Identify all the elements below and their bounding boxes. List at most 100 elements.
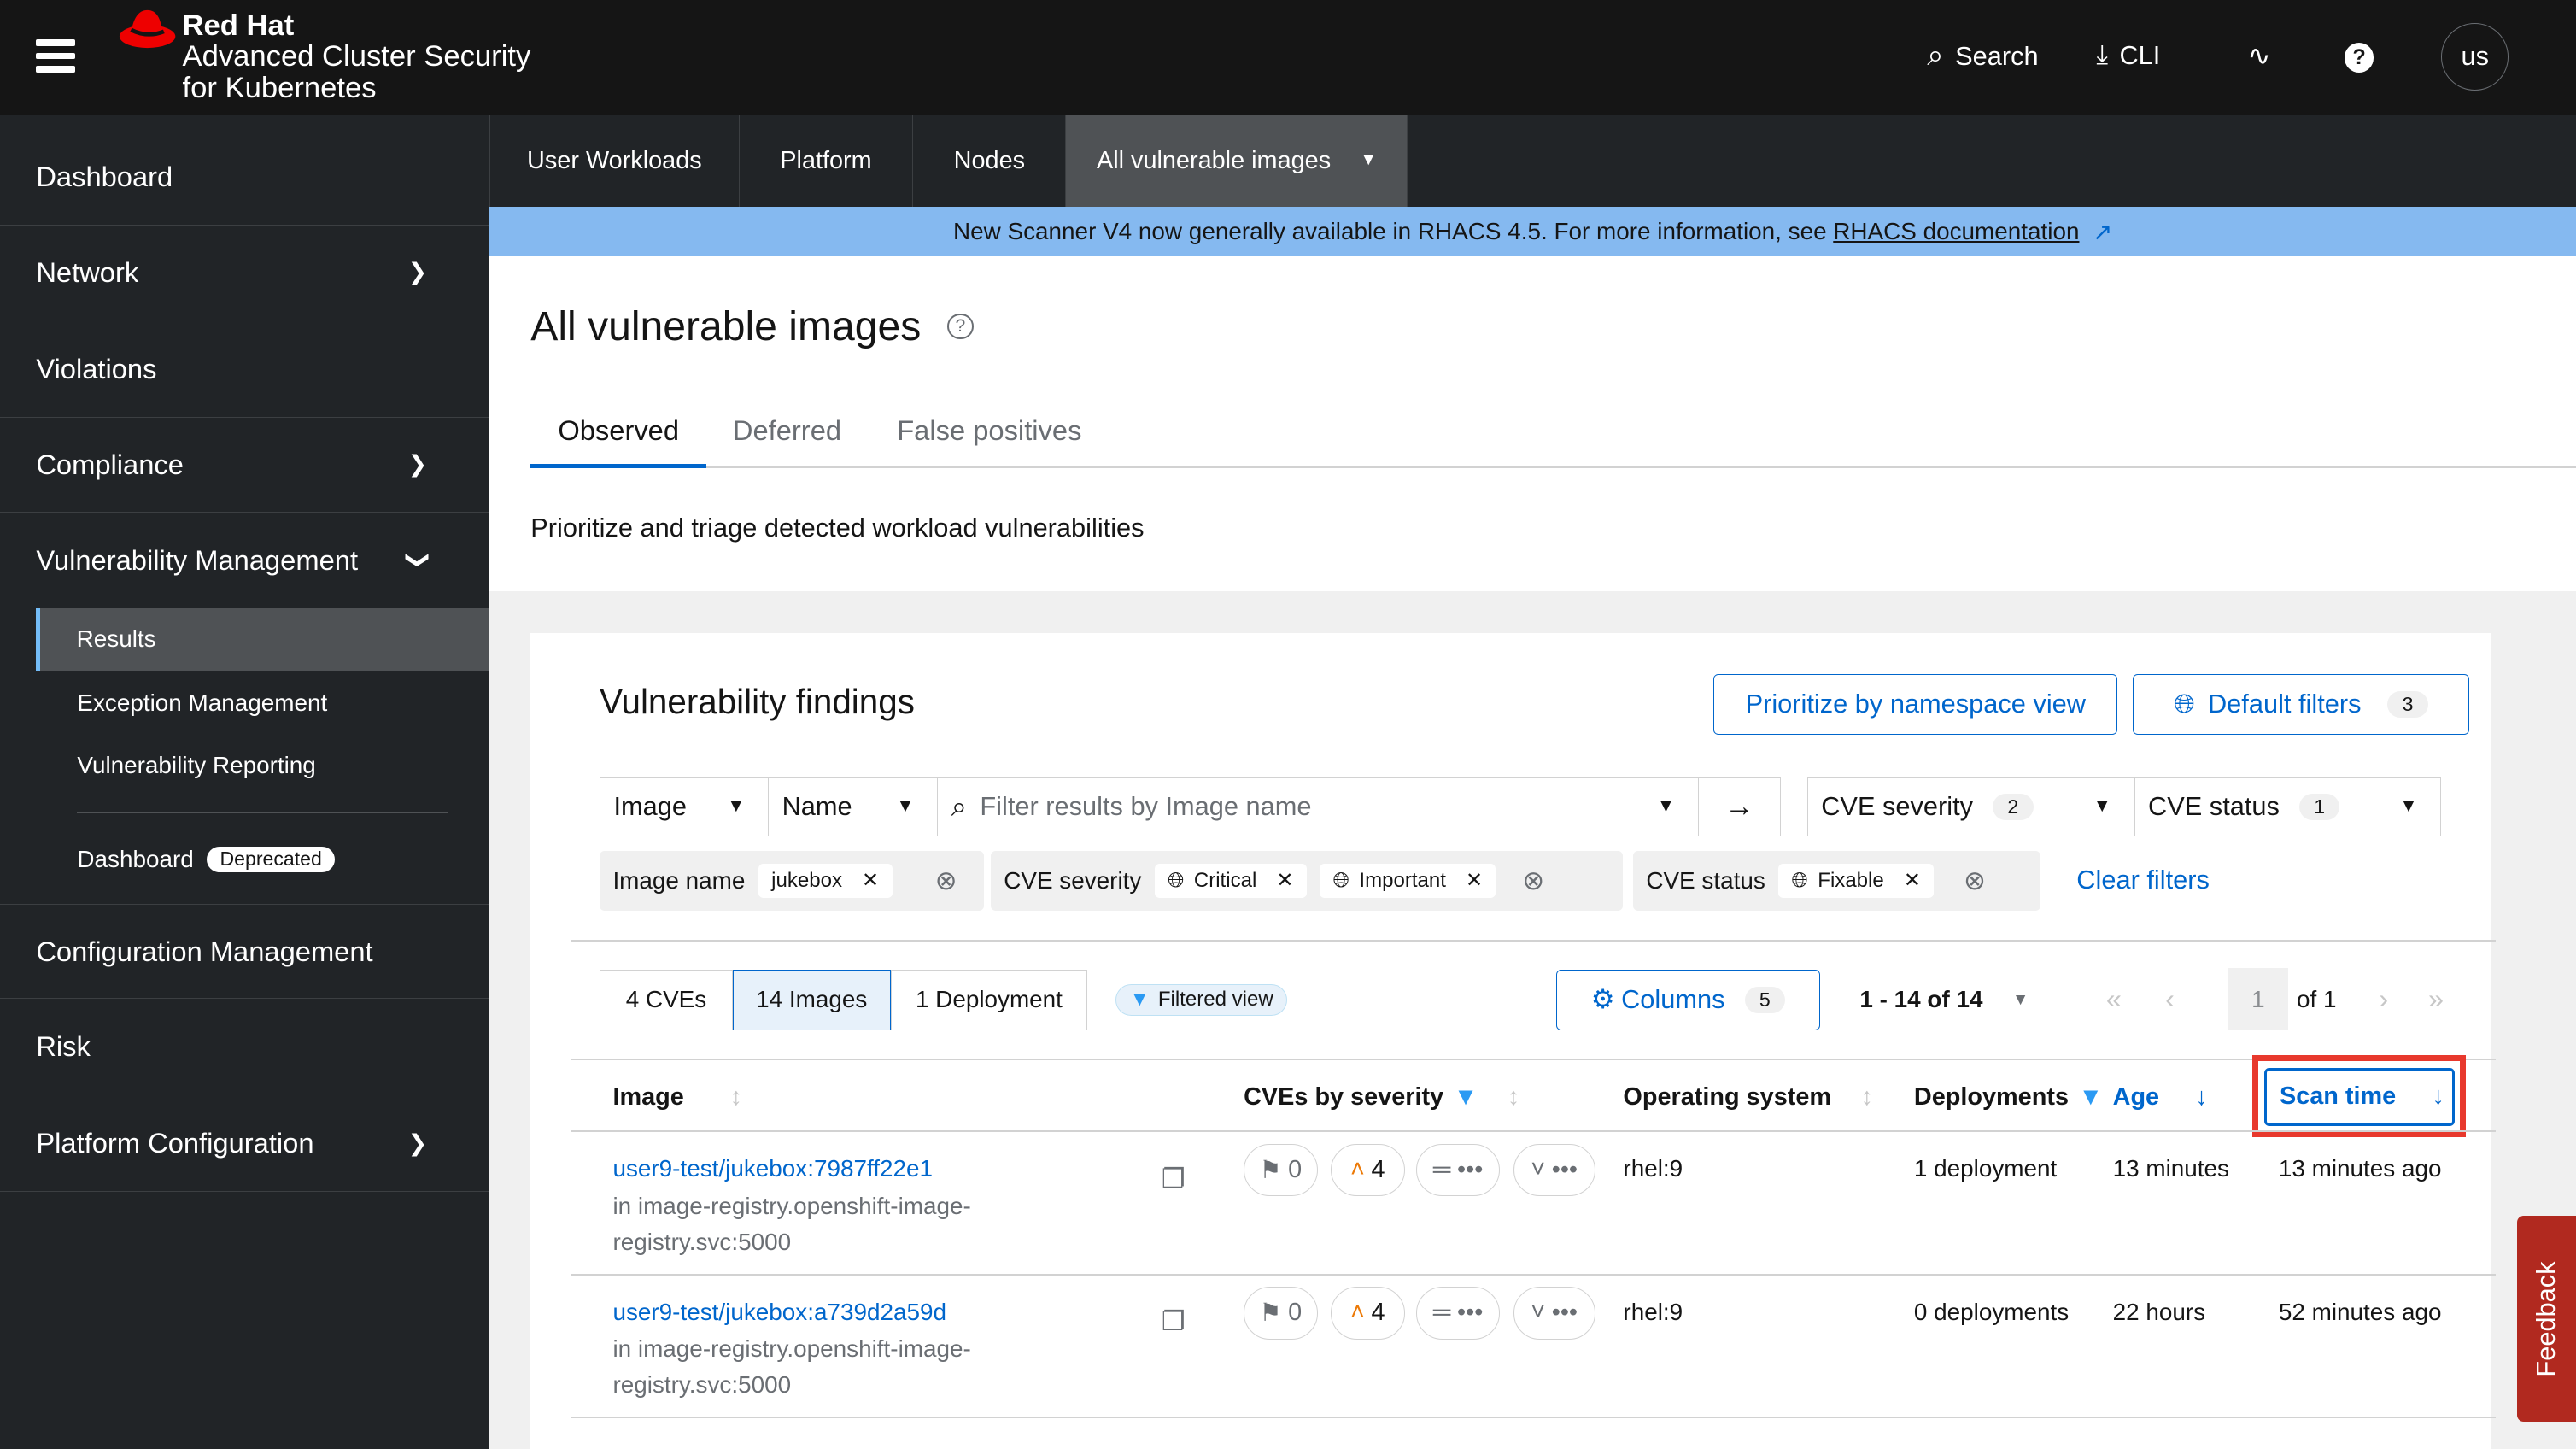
columns-button[interactable]: ⚙ Columns 5 bbox=[1555, 969, 1821, 1031]
system-health-icon[interactable]: ∿ bbox=[2247, 39, 2270, 72]
copy-icon[interactable]: ❐ bbox=[1162, 1164, 1186, 1194]
attribute-select[interactable]: Name ▼ bbox=[769, 777, 939, 837]
chip-group-cve-severity: CVE severity 🌐︎ Critical ✕ 🌐︎ Important ✕ ⊗ bbox=[990, 851, 1624, 911]
low-icon: ˅ bbox=[1531, 1156, 1546, 1184]
user-avatar[interactable]: us bbox=[2441, 22, 2509, 91]
close-icon[interactable]: ✕ bbox=[862, 868, 879, 893]
default-filters-button[interactable]: 🌐︎ Default filters 3 bbox=[2132, 673, 2469, 735]
last-page-icon[interactable]: » bbox=[2428, 983, 2444, 1015]
next-page-icon[interactable]: › bbox=[2379, 983, 2388, 1015]
chip-critical: 🌐︎ Critical ✕ bbox=[1154, 863, 1307, 899]
search-label: Search bbox=[1955, 40, 2039, 71]
important-icon: ˄ bbox=[1350, 1156, 1365, 1184]
remove-group-icon[interactable]: ⊗ bbox=[1522, 865, 1544, 896]
sidebar-item-violations[interactable]: Violations bbox=[0, 322, 490, 418]
brand-logo[interactable]: Red Hat Advanced Cluster Security for Ku… bbox=[182, 9, 531, 104]
chip-text: Critical bbox=[1193, 868, 1257, 892]
brand-name: Red Hat bbox=[182, 9, 295, 42]
pagination-range-toggle[interactable]: 1 - 14 of 14 ▼ bbox=[1859, 986, 2029, 1013]
toggle-cves[interactable]: 4 CVEs bbox=[600, 969, 733, 1031]
image-link[interactable]: user9-test/jukebox:a739d2a59d bbox=[612, 1299, 946, 1326]
globe-icon: 🌐︎ bbox=[1168, 868, 1185, 892]
label: Dashboard bbox=[77, 845, 194, 872]
sidebar-item-configuration-management[interactable]: Configuration Management bbox=[0, 903, 490, 1000]
label: Platform bbox=[780, 146, 872, 174]
tab-false-positives[interactable]: False positives bbox=[897, 414, 1081, 447]
column-header-image[interactable]: Image ↕ bbox=[612, 1083, 742, 1112]
operating-system: rhel:9 bbox=[1623, 1155, 1683, 1182]
search-icon: ⌕ bbox=[951, 789, 967, 822]
close-icon[interactable]: ✕ bbox=[1466, 868, 1483, 893]
divider bbox=[571, 1130, 2496, 1133]
hamburger-menu-icon[interactable] bbox=[36, 39, 76, 73]
help-icon[interactable]: ? bbox=[947, 313, 974, 340]
product-subtitle: for Kubernetes bbox=[182, 71, 377, 104]
remove-group-icon[interactable]: ⊗ bbox=[935, 865, 957, 896]
label: Scan time bbox=[2279, 1082, 2397, 1111]
label: Violations bbox=[36, 353, 157, 385]
label: CVE status bbox=[2148, 791, 2280, 822]
column-header-age[interactable]: Age ↓ bbox=[2113, 1083, 2208, 1112]
download-icon: ⤓ bbox=[2096, 39, 2108, 70]
feedback-button[interactable]: Feedback bbox=[2516, 1216, 2576, 1422]
chip-jukebox: jukebox ✕ bbox=[758, 863, 893, 899]
apply-filter-button[interactable]: → bbox=[1698, 777, 1782, 837]
tab-user-workloads[interactable]: User Workloads bbox=[489, 114, 740, 208]
sidebar-subitem-results[interactable]: Results bbox=[36, 607, 490, 671]
page-input[interactable]: 1 bbox=[2228, 967, 2289, 1031]
filter-search-input[interactable]: ⌕ Filter results by Image name ▼ bbox=[938, 777, 1699, 837]
image-registry: in image-registry.openshift-image-regist… bbox=[612, 1192, 971, 1255]
toggle-deployments[interactable]: 1 Deployment bbox=[890, 969, 1088, 1031]
search-button[interactable]: ⌕ Search bbox=[1927, 39, 2038, 73]
chip-group-image-name: Image name jukebox ✕ ⊗ bbox=[600, 851, 985, 911]
clear-filters-link[interactable]: Clear filters bbox=[2076, 865, 2210, 895]
rhacs-documentation-link[interactable]: RHACS documentation bbox=[1833, 218, 2079, 245]
sidebar-item-vulnerability-management[interactable]: Vulnerability Management ❯ bbox=[0, 513, 489, 608]
sidebar-item-risk[interactable]: Risk bbox=[0, 999, 490, 1095]
column-header-cves-by-severity[interactable]: CVEs by severity ▼ ↕ bbox=[1244, 1083, 1519, 1112]
row-divider bbox=[571, 1273, 2496, 1276]
count: ••• bbox=[1457, 1156, 1484, 1184]
first-page-icon[interactable]: « bbox=[2106, 983, 2122, 1015]
sidebar-item-platform-configuration[interactable]: Platform Configuration ❯ bbox=[0, 1096, 490, 1192]
tab-observed[interactable]: Observed bbox=[530, 414, 707, 469]
label: 4 CVEs bbox=[625, 986, 707, 1013]
previous-page-icon[interactable]: ‹ bbox=[2165, 983, 2175, 1015]
prioritize-by-namespace-button[interactable]: Prioritize by namespace view bbox=[1713, 673, 2118, 735]
title-text: All vulnerable images bbox=[530, 302, 922, 349]
entity-select[interactable]: Image ▼ bbox=[600, 777, 770, 837]
toggle-images[interactable]: 14 Images bbox=[732, 969, 891, 1031]
sidebar-subitem-dashboard-deprecated[interactable]: Dashboard Deprecated bbox=[36, 828, 489, 890]
cve-status-select[interactable]: CVE status 1 ▼ bbox=[2134, 777, 2442, 837]
remove-group-icon[interactable]: ⊗ bbox=[1964, 865, 1986, 896]
copy-icon[interactable]: ❐ bbox=[1162, 1306, 1186, 1337]
sidebar-item-network[interactable]: Network ❯ bbox=[0, 226, 490, 321]
tab-deferred[interactable]: Deferred bbox=[733, 414, 841, 447]
close-icon[interactable]: ✕ bbox=[1904, 868, 1921, 893]
help-icon[interactable]: ? bbox=[2344, 43, 2374, 73]
cve-severity-select[interactable]: CVE severity 2 ▼ bbox=[1806, 777, 2134, 837]
findings-title: Vulnerability findings bbox=[600, 682, 915, 722]
globe-icon: 🌐︎ bbox=[1332, 868, 1349, 892]
tab-platform[interactable]: Platform bbox=[740, 114, 914, 208]
caret-down-icon: ▼ bbox=[896, 796, 915, 817]
globe-icon: 🌐︎ bbox=[1791, 868, 1808, 892]
tab-nodes[interactable]: Nodes bbox=[913, 114, 1067, 208]
label: Image bbox=[612, 1082, 684, 1111]
sidebar-item-compliance[interactable]: Compliance ❯ bbox=[0, 418, 490, 513]
image-link[interactable]: user9-test/jukebox:7987ff22e1 bbox=[612, 1155, 933, 1182]
column-header-operating-system[interactable]: Operating system ↕ bbox=[1623, 1083, 1873, 1112]
label: Exception Management bbox=[77, 689, 328, 717]
sidebar-item-dashboard[interactable]: Dashboard bbox=[0, 130, 490, 226]
sidebar-subitem-vulnerability-reporting[interactable]: Vulnerability Reporting bbox=[36, 735, 489, 797]
tab-all-vulnerable-images[interactable]: All vulnerable images ▼ bbox=[1066, 114, 1408, 208]
chip-group-label: Image name bbox=[612, 866, 746, 894]
age: 22 hours bbox=[2112, 1298, 2206, 1325]
deployments: 1 deployment bbox=[1913, 1155, 2058, 1182]
column-header-scan-time[interactable]: Scan time ↓ bbox=[2263, 1068, 2455, 1126]
sidebar-subitem-exception-management[interactable]: Exception Management bbox=[36, 672, 489, 735]
column-header-deployments[interactable]: Deployments ▼ bbox=[1914, 1083, 2103, 1112]
close-icon[interactable]: ✕ bbox=[1276, 868, 1293, 893]
low-count-pill: ˅ ••• bbox=[1513, 1287, 1595, 1340]
cli-download-button[interactable]: ⤓ CLI bbox=[2096, 39, 2160, 71]
